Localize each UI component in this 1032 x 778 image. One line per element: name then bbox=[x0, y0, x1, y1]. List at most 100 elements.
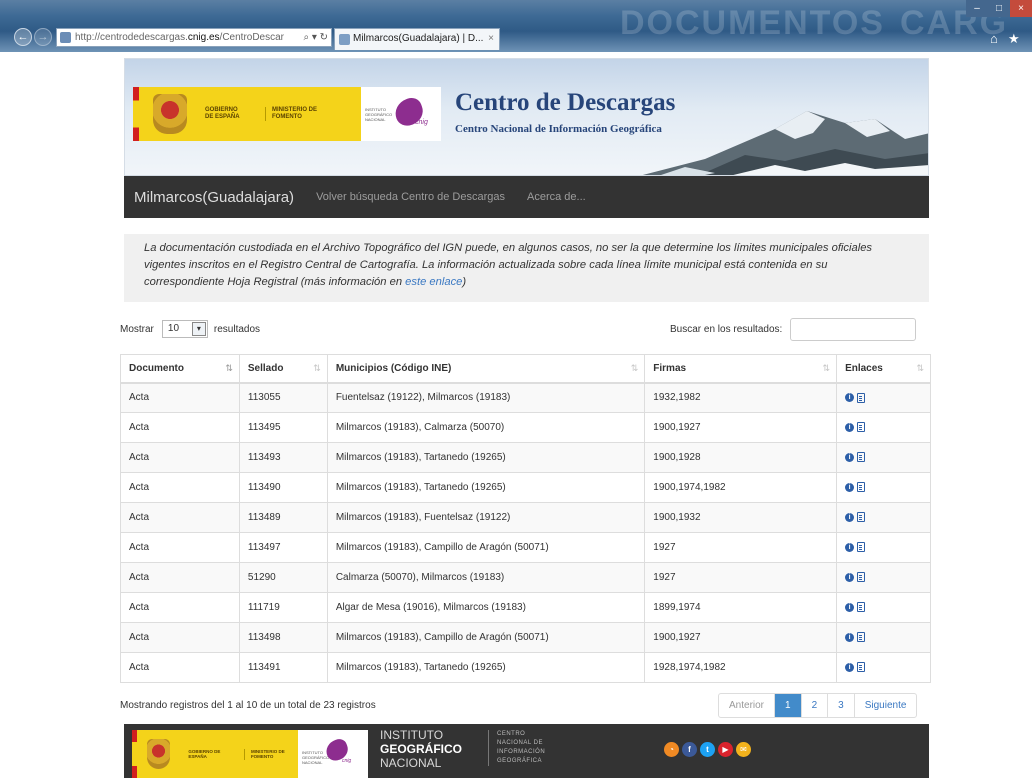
pagination-prev[interactable]: Anterior bbox=[719, 694, 776, 717]
sort-icon[interactable]: ⇅ bbox=[916, 363, 923, 374]
footer-cnig-name[interactable]: CENTRO NACIONAL DE INFORMACIÓN GEOGRÁFIC… bbox=[488, 730, 568, 766]
document-download-icon[interactable] bbox=[857, 422, 866, 433]
address-bar[interactable]: http://centrodedescargas.cnig.es/CentroD… bbox=[56, 28, 332, 47]
home-icon[interactable]: ⌂ bbox=[990, 31, 998, 46]
pagination-page-1[interactable]: 1 bbox=[775, 694, 802, 717]
table-row: Acta 113490 Milmarcos (19183), Tartanedo (… bbox=[120, 472, 931, 503]
footer-ign-name[interactable]: INSTITUTO GEOGRÁFICO NACIONAL bbox=[380, 728, 490, 770]
cell-enlaces: i bbox=[836, 442, 931, 473]
cell-municipios: Fuentelsaz (19122), Milmarcos (19183) bbox=[326, 382, 646, 413]
page-footer: GOBIERNO DE ESPAÑA MINISTERIO DE FOMENTO… bbox=[124, 724, 929, 778]
page-size-control: Mostrar 10 ▾ resultados bbox=[120, 320, 260, 338]
window-maximize-button[interactable]: □ bbox=[988, 0, 1010, 17]
column-header-enlaces[interactable]: Enlaces ⇅ bbox=[836, 354, 931, 384]
social-links: ◔ f t ▶ ✉ bbox=[664, 742, 754, 757]
footer-cnig-logo[interactable]: INSTITUTO GEOGRÁFICO NACIONAL cnig bbox=[298, 730, 368, 778]
cell-municipios: Algar de Mesa (19016), Milmarcos (19183) bbox=[326, 592, 646, 623]
pagination-page-3[interactable]: 3 bbox=[828, 694, 855, 717]
cnig-logo[interactable]: INSTITUTO GEOGRÁFICO NACIONAL cnig bbox=[361, 87, 441, 141]
cell-firmas: 1900,1927 bbox=[644, 622, 838, 653]
info-icon[interactable]: i bbox=[845, 572, 855, 582]
column-header-label: Sellado bbox=[247, 362, 284, 374]
page-size-select[interactable]: 10 ▾ bbox=[161, 320, 208, 338]
cell-municipios: Milmarcos (19183), Tartanedo (19265) bbox=[326, 442, 646, 473]
pagination-page-2[interactable]: 2 bbox=[802, 694, 829, 717]
footer-gobierno-logo[interactable]: GOBIERNO DE ESPAÑA MINISTERIO DE FOMENTO bbox=[132, 730, 298, 778]
pagination-next[interactable]: Siguiente bbox=[855, 694, 917, 717]
cell-enlaces: i bbox=[836, 562, 931, 593]
facebook-icon[interactable]: f bbox=[682, 742, 697, 757]
window-minimize-button[interactable]: – bbox=[966, 0, 988, 17]
notice-tail: ) bbox=[462, 276, 467, 288]
column-header-firmas[interactable]: Firmas ⇅ bbox=[644, 354, 838, 384]
column-header-municipios[interactable]: Municipios (Código INE) ⇅ bbox=[326, 354, 646, 384]
navbar-brand[interactable]: Milmarcos(Guadalajara) bbox=[134, 189, 294, 206]
document-download-icon[interactable] bbox=[857, 572, 866, 583]
document-download-icon[interactable] bbox=[857, 452, 866, 463]
info-icon[interactable]: i bbox=[845, 452, 855, 462]
cell-enlaces: i bbox=[836, 592, 931, 623]
address-tools-icon[interactable]: ⌕ ▾ ↻ bbox=[303, 29, 328, 46]
column-header-sellado[interactable]: Sellado ⇅ bbox=[238, 354, 328, 384]
document-download-icon[interactable] bbox=[857, 512, 866, 523]
info-icon[interactable]: i bbox=[845, 422, 855, 432]
gobierno-logo[interactable]: GOBIERNO DE ESPAÑA MINISTERIO DE FOMENTO bbox=[133, 87, 371, 141]
window-close-button[interactable]: × bbox=[1010, 0, 1032, 17]
footer-ministerio-text: MINISTERIO DE FOMENTO bbox=[243, 748, 298, 760]
info-icon[interactable]: i bbox=[845, 602, 855, 612]
table-row: Acta 113497 Milmarcos (19183), Campillo de… bbox=[120, 532, 931, 563]
nav-link-volver[interactable]: Volver búsqueda Centro de Descargas bbox=[316, 191, 505, 203]
sort-icon[interactable]: ⇅ bbox=[631, 363, 638, 374]
sort-icon[interactable]: ⇅ bbox=[225, 363, 232, 374]
document-download-icon[interactable] bbox=[857, 542, 866, 553]
cell-sellado: 113055 bbox=[238, 382, 328, 413]
ministerio-text: MINISTERIO DE FOMENTO bbox=[265, 107, 325, 121]
info-icon[interactable]: i bbox=[845, 482, 855, 492]
cell-documento: Acta bbox=[120, 652, 240, 683]
twitter-icon[interactable]: t bbox=[700, 742, 715, 757]
header-banner: GOBIERNO DE ESPAÑA MINISTERIO DE FOMENTO… bbox=[124, 58, 929, 176]
mail-icon[interactable]: ✉ bbox=[736, 742, 751, 757]
document-download-icon[interactable] bbox=[857, 482, 866, 493]
table-row: Acta 111719 Algar de Mesa (19016), Milmarc… bbox=[120, 592, 931, 623]
show-label: Mostrar bbox=[120, 323, 154, 335]
cnig-mark-text: cnig bbox=[415, 119, 428, 126]
youtube-icon[interactable]: ▶ bbox=[718, 742, 733, 757]
info-icon[interactable]: i bbox=[845, 393, 855, 403]
back-icon[interactable]: ← bbox=[14, 28, 32, 46]
column-header-documento[interactable]: Documento ⇅ bbox=[120, 354, 240, 384]
favorites-icon[interactable]: ★ bbox=[1008, 31, 1020, 47]
background-ghost-text: DOCUMENTOS bbox=[620, 4, 885, 42]
cell-documento: Acta bbox=[120, 472, 240, 503]
cell-municipios: Calmarza (50070), Milmarcos (19183) bbox=[326, 562, 646, 593]
notice-box: La documentación custodiada en el Archiv… bbox=[124, 234, 929, 302]
sort-icon[interactable]: ⇅ bbox=[313, 363, 320, 374]
cell-enlaces: i bbox=[836, 472, 931, 503]
tab-title: Milmarcos(Guadalajara) | D... bbox=[353, 33, 484, 44]
info-icon[interactable]: i bbox=[845, 632, 855, 642]
document-download-icon[interactable] bbox=[857, 602, 866, 613]
document-download-icon[interactable] bbox=[857, 632, 866, 643]
table-body: Acta 113055 Fuentelsaz (19122), Milmarcos … bbox=[120, 382, 931, 683]
info-icon[interactable]: i bbox=[845, 542, 855, 552]
cell-municipios: Milmarcos (19183), Fuentelsaz (19122) bbox=[326, 502, 646, 533]
document-download-icon[interactable] bbox=[857, 392, 866, 403]
column-header-label: Enlaces bbox=[845, 362, 883, 374]
browser-tab[interactable]: Milmarcos(Guadalajara) | D... × bbox=[334, 28, 500, 50]
tab-close-icon[interactable]: × bbox=[488, 29, 494, 49]
cell-sellado: 51290 bbox=[238, 562, 328, 593]
footer-cnig-mark-text: cnig bbox=[342, 758, 352, 764]
info-icon[interactable]: i bbox=[845, 662, 855, 672]
document-download-icon[interactable] bbox=[857, 662, 866, 673]
cell-municipios: Milmarcos (19183), Calmarza (50070) bbox=[326, 412, 646, 443]
forward-icon[interactable]: → bbox=[34, 28, 52, 46]
chevron-down-icon[interactable]: ▾ bbox=[191, 322, 206, 336]
search-input[interactable] bbox=[790, 318, 917, 341]
cell-firmas: 1927 bbox=[644, 562, 838, 593]
sort-icon[interactable]: ⇅ bbox=[823, 363, 830, 374]
notice-link[interactable]: este enlace bbox=[405, 276, 462, 288]
info-icon[interactable]: i bbox=[845, 512, 855, 522]
results-label: resultados bbox=[213, 323, 261, 335]
rss-icon[interactable]: ◔ bbox=[664, 742, 679, 757]
nav-link-acerca[interactable]: Acerca de... bbox=[527, 191, 586, 203]
